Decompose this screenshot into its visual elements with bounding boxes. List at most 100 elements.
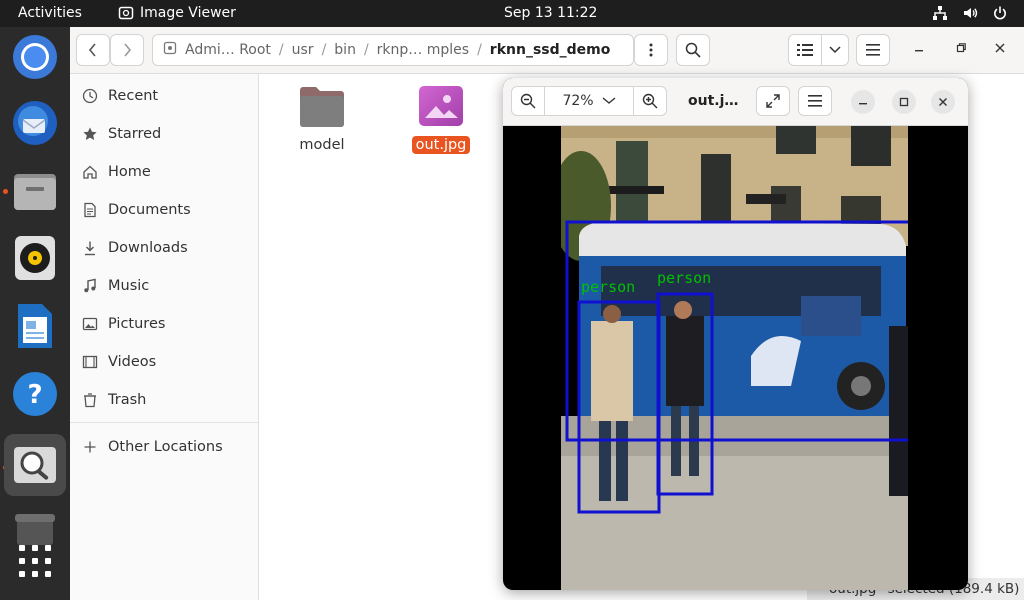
hamburger-icon [866, 44, 880, 56]
chevron-right-icon [124, 43, 132, 57]
viewer-title: out.j… [688, 93, 739, 109]
zoom-in-button[interactable] [633, 86, 667, 116]
chevron-down-icon [829, 46, 841, 54]
clock[interactable]: Sep 13 11:22 [504, 5, 597, 21]
sidebar-item-label: Other Locations [108, 439, 223, 455]
viewer-headerbar: 72% out.j… [503, 78, 968, 126]
system-tray[interactable] [932, 5, 1008, 21]
sidebar-item-label: Pictures [108, 316, 166, 332]
minimize-button[interactable] [915, 41, 925, 57]
maximize-button[interactable] [956, 41, 966, 57]
close-icon [995, 43, 1005, 53]
dock-libreoffice-writer[interactable] [11, 302, 59, 350]
viewer-menu-button[interactable] [798, 86, 832, 116]
image-viewer-window[interactable]: 72% out.j… person person [503, 78, 968, 590]
picture-icon [82, 317, 98, 331]
main-menu-button[interactable] [856, 34, 890, 66]
path-current[interactable]: rknn_ssd_demo [482, 42, 619, 58]
image-file-icon [419, 86, 463, 126]
dock-help[interactable]: ? [11, 370, 59, 418]
path-bar[interactable]: Admi… Root / usr / bin / rknp… mples / r… [152, 34, 634, 66]
sidebar-item-pictures[interactable]: Pictures [82, 311, 165, 337]
path-segment[interactable]: usr [284, 42, 322, 58]
power-icon [994, 6, 1006, 20]
displayed-image[interactable]: person person [561, 126, 908, 590]
plus-icon [84, 441, 96, 453]
sidebar-item-label: Trash [108, 392, 147, 408]
zoom-level-dropdown[interactable]: 72% [544, 86, 634, 116]
files-icon [14, 174, 56, 210]
music-icon [84, 278, 96, 293]
view-options-button[interactable] [821, 34, 849, 66]
dock-files[interactable] [11, 167, 59, 215]
dock: ? [0, 27, 70, 600]
dock-image-viewer[interactable] [4, 434, 66, 496]
sidebar-item-label: Starred [108, 126, 162, 142]
sidebar-item-trash[interactable]: Trash [82, 387, 146, 413]
trash-icon [84, 393, 96, 408]
app-name: Image Viewer [140, 5, 236, 21]
folder-icon [300, 87, 344, 127]
sidebar-item-other-locations[interactable]: Other Locations [82, 434, 223, 460]
image-viewer-small-icon [118, 6, 134, 20]
viewer-maximize-button[interactable] [892, 90, 916, 114]
file-item-label: out.jpg [411, 136, 471, 154]
view-list-button[interactable] [788, 34, 822, 66]
file-item-label: model [299, 137, 345, 153]
close-icon [939, 98, 947, 106]
path-segment[interactable]: bin [326, 42, 364, 58]
minimize-icon [859, 103, 867, 105]
file-item-out-jpg[interactable]: out.jpg [396, 84, 486, 154]
fullscreen-button[interactable] [756, 86, 790, 116]
dock-thunderbird[interactable] [11, 99, 59, 147]
dock-chromium[interactable] [11, 33, 59, 81]
file-item-model[interactable]: model [277, 84, 367, 154]
list-view-icon [797, 44, 813, 56]
sidebar-item-label: Home [108, 164, 151, 180]
app-menu[interactable]: Image Viewer [118, 5, 236, 21]
search-button[interactable] [676, 34, 710, 66]
image-viewer-icon [14, 447, 56, 483]
close-button[interactable] [995, 41, 1005, 57]
path-segment[interactable]: Admi… Root [177, 42, 279, 58]
sidebar-divider [70, 422, 258, 423]
path-segment[interactable]: rknp… mples [369, 42, 477, 58]
maximize-icon [899, 97, 909, 107]
zoom-out-icon [520, 93, 536, 109]
video-icon [82, 355, 98, 369]
zoom-out-button[interactable] [511, 86, 545, 116]
restore-icon [956, 43, 966, 53]
hamburger-icon [808, 95, 822, 107]
sidebar-item-label: Music [108, 278, 150, 294]
files-headerbar: Admi… Root / usr / bin / rknp… mples / r… [70, 27, 1024, 74]
back-button[interactable] [76, 34, 110, 66]
activities-button[interactable]: Activities [18, 5, 82, 21]
svg-text:?: ? [27, 380, 42, 410]
sidebar-item-label: Downloads [108, 240, 188, 256]
download-icon [85, 241, 95, 256]
sidebar-item-label: Videos [108, 354, 157, 370]
detection-label: person [657, 269, 711, 287]
zoom-in-icon [642, 93, 658, 109]
chevron-left-icon [88, 43, 96, 57]
forward-button[interactable] [110, 34, 144, 66]
volume-icon [964, 8, 978, 18]
zoom-level: 72% [562, 93, 594, 109]
clock-icon [82, 88, 98, 104]
sidebar-item-videos[interactable]: Videos [82, 349, 156, 375]
dock-rhythmbox[interactable] [11, 234, 59, 282]
sidebar-item-home[interactable]: Home [82, 159, 151, 185]
search-icon [685, 42, 701, 58]
more-vertical-icon [649, 43, 653, 57]
sidebar-item-recent[interactable]: Recent [82, 83, 158, 109]
viewer-close-button[interactable] [931, 90, 955, 114]
sidebar-item-documents[interactable]: Documents [82, 197, 191, 223]
sidebar-item-downloads[interactable]: Downloads [82, 235, 188, 261]
thunderbird-icon [13, 101, 57, 145]
network-icon [933, 6, 947, 20]
dock-show-apps[interactable] [11, 537, 59, 585]
sidebar-item-music[interactable]: Music [82, 273, 149, 299]
sidebar-item-starred[interactable]: Starred [82, 121, 161, 147]
viewer-minimize-button[interactable] [851, 90, 875, 114]
path-menu-button[interactable] [634, 34, 668, 66]
